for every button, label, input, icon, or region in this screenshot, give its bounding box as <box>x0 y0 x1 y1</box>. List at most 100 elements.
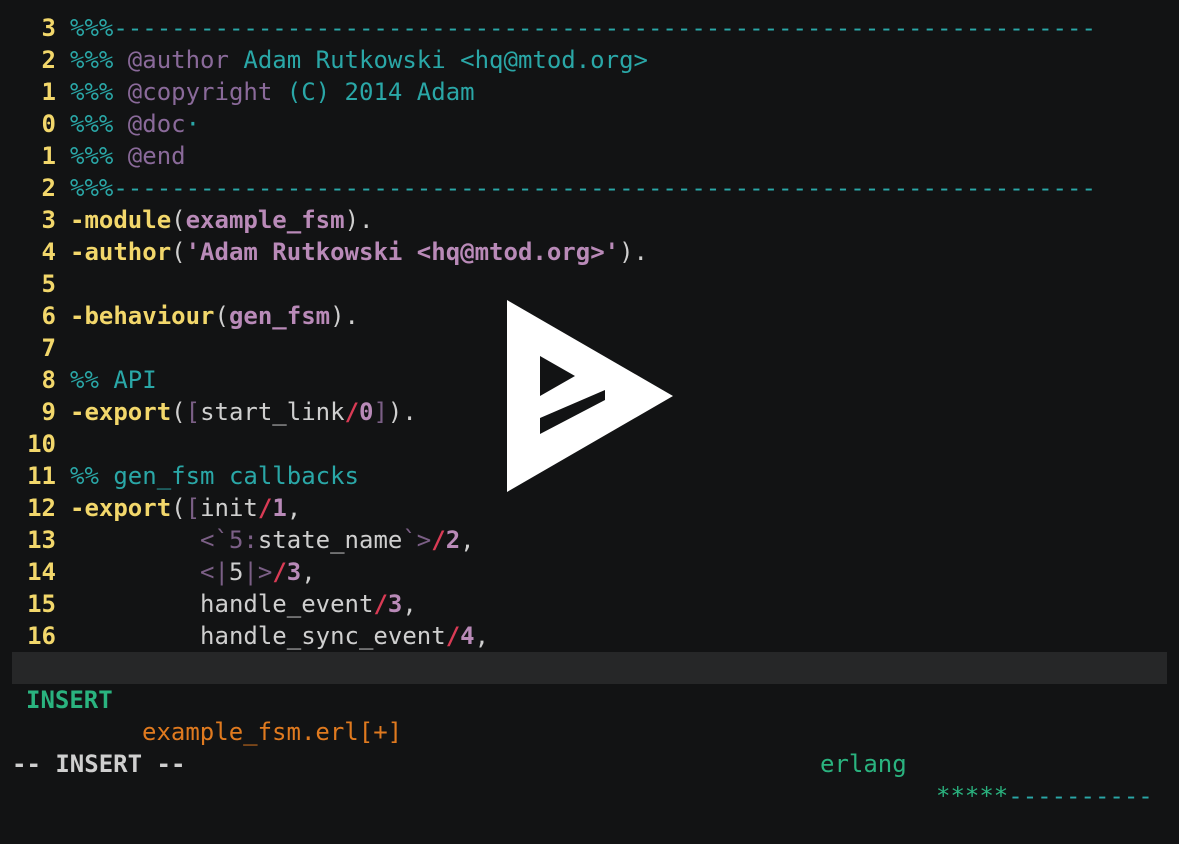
code-token: / <box>445 622 461 650</box>
code-line[interactable]: 1%%% @end <box>12 140 1167 172</box>
code-token: ). <box>387 398 417 426</box>
line-text: handle_sync_event/4, <box>70 620 489 652</box>
code-token: / <box>373 590 388 618</box>
code-token: , <box>301 558 316 586</box>
code-line[interactable]: 15 handle_event/3, <box>12 588 1167 620</box>
code-token: @copyright <box>127 78 273 106</box>
code-token: ). <box>344 206 374 234</box>
line-number: 3 <box>41 206 56 234</box>
line-text: -behaviour(gen_fsm). <box>70 300 359 332</box>
code-token: 2 <box>445 526 461 554</box>
code-token: 0 <box>359 398 374 426</box>
line-number: 5 <box>41 270 56 298</box>
line-text: %% API <box>70 364 157 396</box>
command-line: -- INSERT -- <box>12 750 186 778</box>
code-token: · <box>185 110 201 138</box>
line-text: %%%-------------------------------------… <box>70 12 1096 44</box>
code-token: |> <box>243 558 273 586</box>
line-text: -export([init/1, <box>70 492 301 524</box>
file-type: erlang <box>820 750 907 778</box>
code-token: ( <box>171 238 186 266</box>
code-token: -export <box>70 494 172 522</box>
code-token: ). <box>619 238 648 266</box>
line-number: 12 <box>27 494 56 522</box>
code-token: %%% <box>70 110 128 138</box>
line-number: 1 <box>41 78 56 106</box>
code-token: / <box>344 398 360 426</box>
code-token: [ <box>185 398 201 426</box>
scroll-progress-filled: ***** <box>936 782 1009 810</box>
code-line[interactable]: 5 <box>12 268 1167 300</box>
line-number: 2 <box>41 46 56 74</box>
play-icon[interactable] <box>505 298 675 494</box>
line-number: 15 <box>27 590 56 618</box>
line-number: 2 <box>41 174 56 202</box>
line-text: %% gen_fsm callbacks <box>70 460 359 492</box>
code-token: 'Adam Rutkowski <hq@mtod.org>' <box>185 238 620 266</box>
code-token: ). <box>330 302 360 330</box>
code-token: / <box>257 494 273 522</box>
code-line[interactable]: 14 <|5|>/3, <box>12 556 1167 588</box>
code-token: %%% <box>70 142 128 170</box>
code-line[interactable]: 16 handle_sync_event/4, <box>12 620 1167 652</box>
status-bar: INSERT example_fsm.erl[+] erlang *****--… <box>12 652 1167 810</box>
code-line[interactable]: 3 -module(example_fsm). <box>12 204 1167 236</box>
line-text: %%% @doc· <box>70 108 200 140</box>
line-text: <|5|>/3, <box>70 556 316 588</box>
code-token: example_fsm <box>185 206 345 234</box>
code-token: / <box>431 526 446 554</box>
code-token: / <box>272 558 287 586</box>
code-token: -export <box>70 398 172 426</box>
code-token: -behaviour <box>70 302 215 330</box>
line-number: 7 <box>41 334 56 362</box>
code-line[interactable]: 4 -author('Adam Rutkowski <hq@mtod.org>')… <box>12 236 1167 268</box>
scroll-progress: *****---------- <box>936 780 1153 812</box>
line-number: 8 <box>41 366 56 394</box>
code-token: <`5: <box>200 526 258 554</box>
code-token: [ <box>185 494 201 522</box>
code-line[interactable]: 2 %%%------------------------------------… <box>12 172 1167 204</box>
code-token: <| <box>200 558 229 586</box>
code-line[interactable]: 1 %%% @copyright (C) 2014 Adam <box>12 76 1167 108</box>
line-number: 10 <box>27 430 56 458</box>
code-token: -author <box>70 238 172 266</box>
line-text: <`5:state_name`>/2, <box>70 524 475 556</box>
code-token: %%% <box>70 46 128 74</box>
code-line[interactable]: 12 -export([init/1, <box>12 492 1167 524</box>
line-text: %%% @copyright (C) 2014 Adam <box>70 76 475 108</box>
code-token: 3 <box>286 558 302 586</box>
code-token: handle_event <box>70 590 374 618</box>
line-number: 6 <box>41 302 56 330</box>
code-line[interactable]: 0%%% @doc· <box>12 108 1167 140</box>
code-token: @end <box>127 142 186 170</box>
file-name: example_fsm.erl[+] <box>142 718 403 746</box>
line-number: 14 <box>27 558 56 586</box>
code-token: %%%-------------------------------------… <box>70 14 1096 42</box>
code-token: ] <box>373 398 388 426</box>
scroll-progress-rest: ---------- <box>1008 782 1153 810</box>
code-token: 3 <box>387 590 403 618</box>
line-text: %%% @author Adam Rutkowski <hq@mtod.org> <box>70 44 648 76</box>
code-token: , <box>460 526 475 554</box>
code-token: , <box>474 622 490 650</box>
code-line[interactable]: 13 <`5:state_name`>/2, <box>12 524 1167 556</box>
line-text: %%%-------------------------------------… <box>70 172 1096 204</box>
code-token: %%%-------------------------------------… <box>70 174 1096 202</box>
line-number: 13 <box>27 526 56 554</box>
code-token: ( <box>171 494 186 522</box>
code-token: -module <box>70 206 172 234</box>
code-line[interactable]: 3 %%%------------------------------------… <box>12 12 1167 44</box>
code-token: ( <box>171 206 186 234</box>
code-token: start_link <box>200 398 345 426</box>
code-line[interactable]: 2 %%% @author Adam Rutkowski <hq@mtod.org… <box>12 44 1167 76</box>
code-token: ( <box>171 398 186 426</box>
code-token: handle_sync_event <box>70 622 446 650</box>
code-token: %% gen_fsm callbacks <box>70 462 359 490</box>
line-number: 3 <box>41 14 56 42</box>
code-token: gen_fsm <box>228 302 331 330</box>
line-text: -module(example_fsm). <box>70 204 373 236</box>
code-token: 5 <box>228 558 244 586</box>
line-text: %%% @end <box>70 140 186 172</box>
line-text: -author('Adam Rutkowski <hq@mtod.org>'). <box>70 236 648 268</box>
